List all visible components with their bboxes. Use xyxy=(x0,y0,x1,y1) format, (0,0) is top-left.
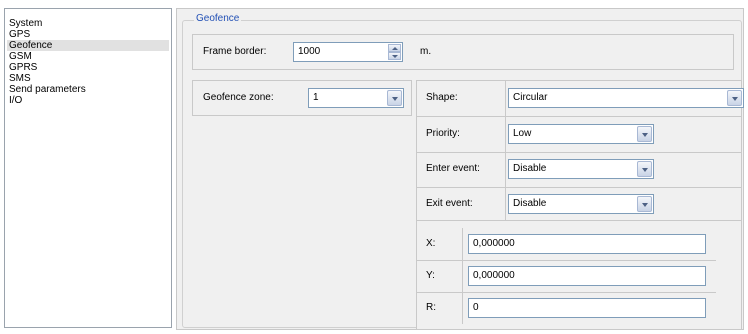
priority-value: Low xyxy=(513,128,532,139)
priority-select[interactable]: Low xyxy=(508,124,654,144)
configurator-window: System GPS Geofence GSM GPRS SMS Send pa… xyxy=(0,0,748,334)
y-label: Y: xyxy=(426,270,435,281)
shape-value: Circular xyxy=(513,92,548,103)
exit-event-label: Exit event: xyxy=(426,198,473,209)
grid-divider xyxy=(416,152,742,153)
frame-border-value[interactable]: 1000 xyxy=(298,43,320,61)
coord-divider xyxy=(416,260,716,261)
chevron-down-icon[interactable] xyxy=(637,196,652,212)
frame-border-spin-buttons[interactable] xyxy=(388,44,401,60)
frame-border-unit: m. xyxy=(420,46,432,57)
exit-event-select[interactable]: Disable xyxy=(508,194,654,214)
shape-label: Shape: xyxy=(426,92,458,103)
frame-border-spinner[interactable]: 1000 xyxy=(293,42,403,62)
radius-input[interactable]: 0 xyxy=(468,298,706,318)
grid-divider xyxy=(505,80,506,220)
grid-divider xyxy=(416,116,742,117)
grid-divider xyxy=(416,220,742,221)
nav-item-gps[interactable]: GPS xyxy=(7,29,169,40)
coord-divider xyxy=(462,228,463,324)
settings-nav-list[interactable]: System GPS Geofence GSM GPRS SMS Send pa… xyxy=(4,8,172,328)
frame-border-label: Frame border: xyxy=(203,46,267,57)
coord-divider xyxy=(416,292,716,293)
x-coordinate-input[interactable]: 0,000000 xyxy=(468,234,706,254)
nav-item-sms[interactable]: SMS xyxy=(7,73,169,84)
chevron-down-icon[interactable] xyxy=(387,90,402,106)
arrow-up-icon[interactable] xyxy=(388,44,401,52)
r-label: R: xyxy=(426,302,436,313)
nav-item-io[interactable]: I/O xyxy=(7,95,169,106)
nav-item-system[interactable]: System xyxy=(7,18,169,29)
chevron-down-icon[interactable] xyxy=(637,161,652,177)
nav-item-send-parameters[interactable]: Send parameters xyxy=(7,84,169,95)
geofence-zone-label: Geofence zone: xyxy=(203,92,274,103)
geofence-zone-select[interactable]: 1 xyxy=(308,88,404,108)
geofence-zone-value: 1 xyxy=(313,92,319,103)
shape-select[interactable]: Circular xyxy=(508,88,744,108)
enter-event-value: Disable xyxy=(513,163,547,174)
y-coordinate-input[interactable]: 0,000000 xyxy=(468,266,706,286)
nav-item-gsm[interactable]: GSM xyxy=(7,51,169,62)
geofence-group-title: Geofence xyxy=(194,13,242,25)
nav-item-gprs[interactable]: GPRS xyxy=(7,62,169,73)
x-label: X: xyxy=(426,238,436,249)
enter-event-select[interactable]: Disable xyxy=(508,159,654,179)
exit-event-value: Disable xyxy=(513,198,547,209)
chevron-down-icon[interactable] xyxy=(637,126,652,142)
enter-event-label: Enter event: xyxy=(426,163,480,174)
priority-label: Priority: xyxy=(426,128,460,139)
chevron-down-icon[interactable] xyxy=(727,90,742,106)
grid-divider xyxy=(416,187,742,188)
arrow-down-icon[interactable] xyxy=(388,52,401,60)
nav-item-geofence[interactable]: Geofence xyxy=(7,40,169,51)
frame-border-row xyxy=(192,34,734,70)
